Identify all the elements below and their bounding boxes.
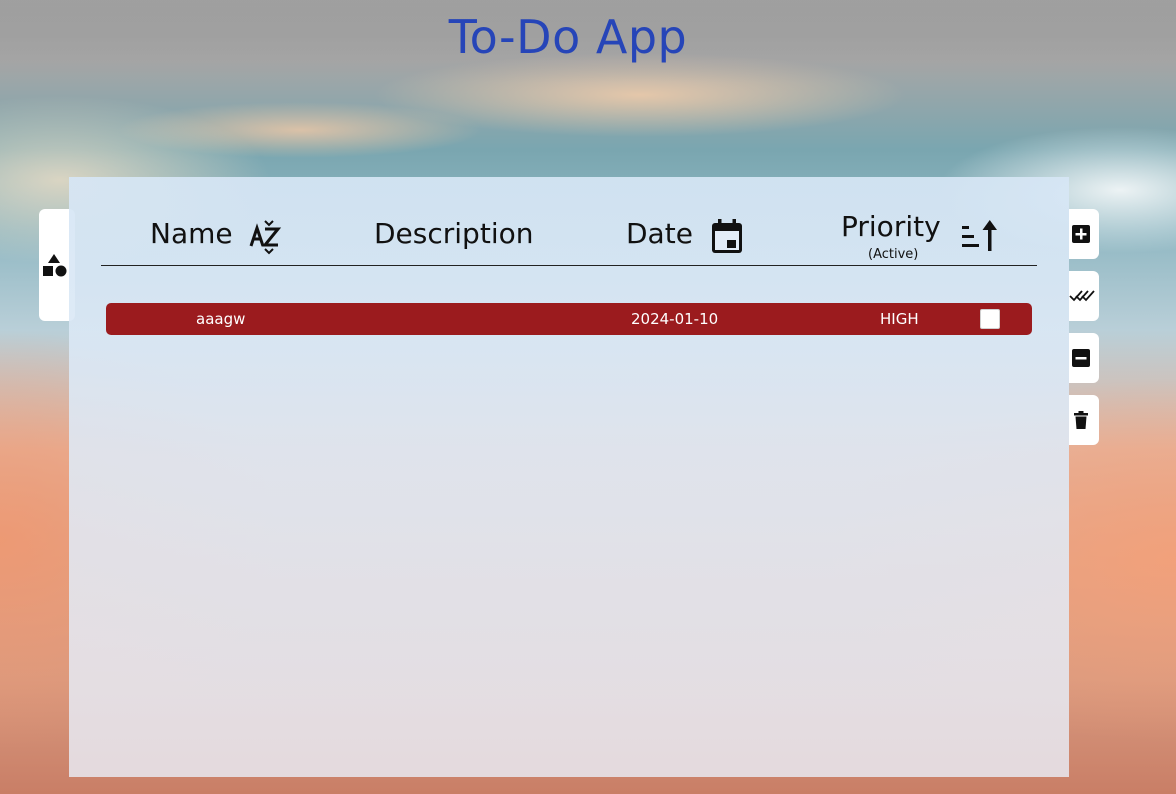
- sort-alpha-icon[interactable]: [249, 219, 283, 255]
- header-divider: [101, 265, 1037, 266]
- add-task-button[interactable]: [1069, 209, 1099, 259]
- double-check-icon: [1069, 290, 1095, 302]
- app-title: To-Do App: [448, 10, 688, 64]
- task-row[interactable]: aaagw 2024-01-10 HIGH: [106, 303, 1032, 335]
- shapes-icon: [43, 254, 67, 277]
- plus-square-icon: [1072, 225, 1090, 243]
- delete-task-button[interactable]: [1069, 395, 1099, 445]
- task-date: 2024-01-10: [631, 310, 719, 328]
- task-priority: HIGH: [880, 310, 919, 328]
- priority-filter-label: (Active): [868, 247, 919, 262]
- task-panel: Name Description Date Priority (Active) …: [69, 177, 1069, 777]
- column-header-date: Date: [626, 217, 693, 250]
- column-header-name: Name: [150, 217, 233, 250]
- priority-sort-icon[interactable]: [960, 219, 998, 253]
- remove-task-button[interactable]: [1069, 333, 1099, 383]
- mark-done-button[interactable]: [1069, 271, 1099, 321]
- calendar-icon[interactable]: [709, 217, 745, 255]
- column-header-description: Description: [374, 217, 534, 250]
- trash-icon: [1074, 411, 1088, 429]
- column-header-priority: Priority: [841, 210, 941, 243]
- task-complete-checkbox[interactable]: [980, 309, 1000, 329]
- task-name: aaagw: [196, 310, 246, 328]
- minus-square-icon: [1072, 349, 1090, 367]
